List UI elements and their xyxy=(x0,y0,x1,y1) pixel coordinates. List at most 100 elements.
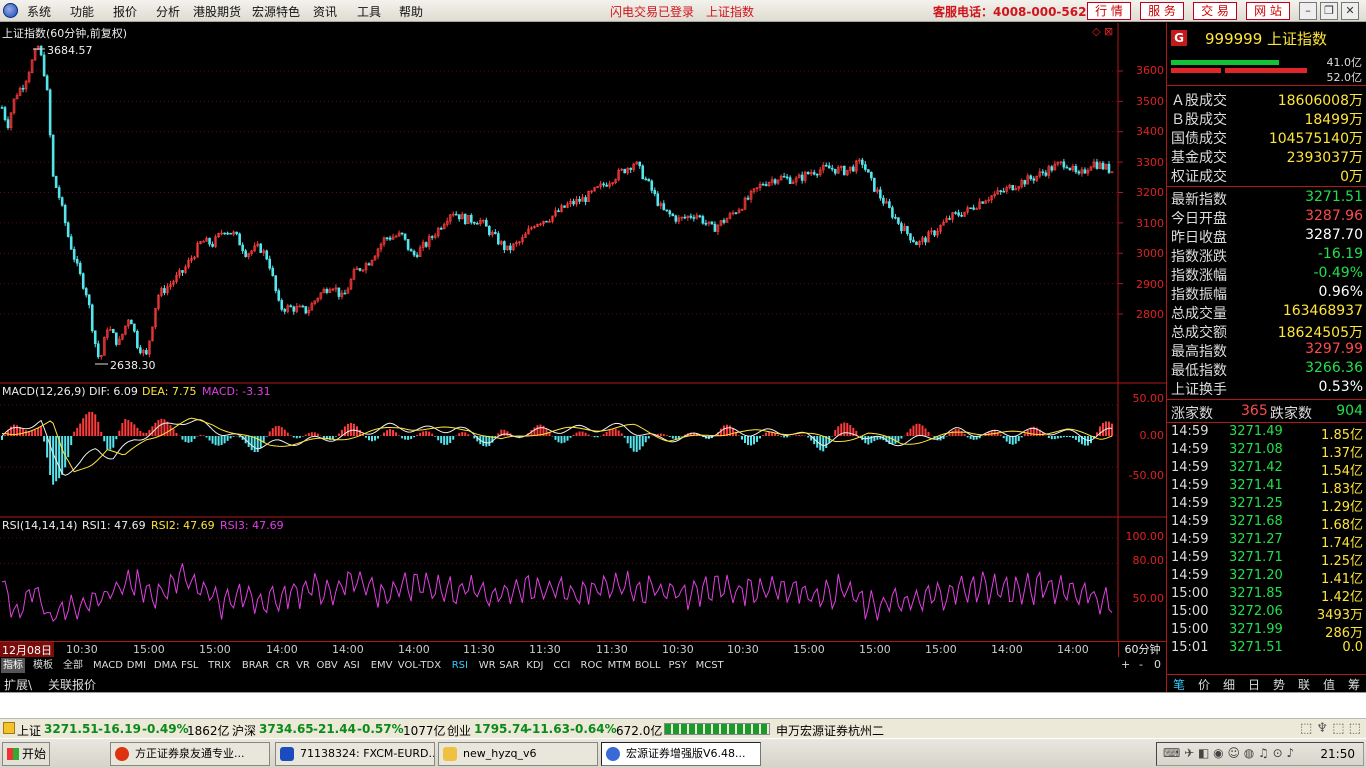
indicator-control-button[interactable]: 0 xyxy=(1154,658,1161,671)
status-tray-icons[interactable]: ⬚ ♆ ⬚ ⬚ xyxy=(1300,721,1361,736)
quote-panel-tab[interactable]: 筹 xyxy=(1341,676,1366,693)
indicator-tab-psy[interactable]: PSY xyxy=(667,658,690,673)
candle-body xyxy=(824,164,828,167)
indicator-tab-obv[interactable]: OBV xyxy=(315,658,340,673)
y-tick: 3400 xyxy=(1136,125,1164,138)
indicator-tab-fsl[interactable]: FSL xyxy=(179,658,201,673)
task-hongyuan[interactable]: 宏源证券增强版V6.48... xyxy=(601,742,761,766)
volume-value: 18606008万 xyxy=(1277,93,1363,109)
candle-body xyxy=(698,215,702,217)
stat-row: 今日开盘 3287.96 xyxy=(1171,208,1363,227)
indicator-tab-模板[interactable]: 模板 xyxy=(31,658,55,673)
quote-panel-tab[interactable]: 联 xyxy=(1291,676,1317,693)
service-button[interactable]: 服 务 xyxy=(1140,2,1184,20)
menu-item-hongyuan[interactable]: 宏源特色 xyxy=(252,3,300,20)
candle-body xyxy=(292,306,296,312)
task-folder[interactable]: new_hyzq_v6 xyxy=(438,742,598,766)
menu-item-system[interactable]: 系统 xyxy=(27,3,51,20)
indicator-tab-kdj[interactable]: KDJ xyxy=(524,658,545,673)
candle-body xyxy=(388,237,392,240)
cy-label: 创业 xyxy=(447,724,472,738)
y-tick: 3000 xyxy=(1136,247,1164,260)
market-button[interactable]: 行 情 xyxy=(1087,2,1131,20)
quote-panel-tab[interactable]: 细 xyxy=(1216,676,1242,693)
close-icon[interactable]: ✕ xyxy=(1341,2,1359,20)
candle-body xyxy=(385,237,389,240)
indicator-tab-roc[interactable]: ROC xyxy=(579,658,605,673)
candle-body xyxy=(75,258,79,264)
quote-panel-tab[interactable]: 值 xyxy=(1316,676,1342,693)
start-button[interactable]: 开始 xyxy=(2,742,50,766)
candle-body xyxy=(644,178,648,181)
menu-item-hk-futures[interactable]: 港股期货 xyxy=(193,3,241,20)
menu-item-news[interactable]: 资讯 xyxy=(313,3,337,20)
rsi-tick: 100.00 xyxy=(1125,530,1165,543)
menu-item-help[interactable]: 帮助 xyxy=(399,3,423,20)
candle-body xyxy=(1068,167,1072,171)
website-button[interactable]: 网 站 xyxy=(1246,2,1290,20)
indicator-tab-vr[interactable]: VR xyxy=(294,658,312,673)
y-tick: 2900 xyxy=(1136,278,1164,291)
trade-button[interactable]: 交 易 xyxy=(1193,2,1237,20)
indicator-tab-cci[interactable]: CCI xyxy=(551,658,572,673)
stat-label: 最新指数 xyxy=(1171,192,1227,208)
tick-row: 15:01 3271.51 0.0 xyxy=(1171,640,1363,658)
indicator-tab-vol-tdx[interactable]: VOL-TDX xyxy=(396,658,443,673)
indicator-tab-mtm[interactable]: MTM xyxy=(606,658,633,673)
menu-item-analysis[interactable]: 分析 xyxy=(156,3,180,20)
indicator-tab-asi[interactable]: ASI xyxy=(342,658,362,673)
tick-row: 14:59 3271.42 1.54亿 xyxy=(1171,460,1363,479)
restore-icon[interactable]: ❐ xyxy=(1320,2,1338,20)
indicator-tab-emv[interactable]: EMV xyxy=(369,658,395,673)
candle-body xyxy=(21,87,25,90)
menu-item-tools[interactable]: 工具 xyxy=(357,3,381,20)
indicator-control-button[interactable]: + xyxy=(1121,658,1130,671)
indicator-tab-dmi[interactable]: DMI xyxy=(125,658,148,673)
candle-body xyxy=(139,347,142,354)
candle-body xyxy=(90,304,94,332)
stat-row: 总成交额 18624505万 xyxy=(1171,322,1363,341)
candle-body xyxy=(145,350,148,355)
candle-body xyxy=(1002,190,1006,193)
volume-row: 权证成交 0万 xyxy=(1171,166,1363,185)
candle-body xyxy=(909,233,912,241)
stat-value: 3271.51 xyxy=(1305,189,1363,205)
indicator-tab-brar[interactable]: BRAR xyxy=(240,658,271,673)
minimize-icon[interactable]: – xyxy=(1299,2,1317,20)
indicator-tab-rsi[interactable]: RSI xyxy=(450,658,470,673)
candle-body xyxy=(457,214,461,220)
candle-body xyxy=(764,184,768,186)
expand-tab[interactable]: 扩展\ xyxy=(4,676,32,693)
candle-body xyxy=(163,288,166,294)
candle-body xyxy=(301,305,305,308)
indicator-tab-sar[interactable]: SAR xyxy=(497,658,521,673)
indicator-tab-dma[interactable]: DMA xyxy=(152,658,179,673)
candle-body xyxy=(842,165,846,176)
candle-body xyxy=(674,215,678,222)
indicator-tab-指标[interactable]: 指标 xyxy=(1,658,25,673)
quote-panel-tab[interactable]: 日 xyxy=(1241,676,1267,693)
candle-body xyxy=(45,75,49,91)
indicator-tab-wr[interactable]: WR xyxy=(477,658,498,673)
task-fangzheng[interactable]: 方正证券泉友通专业... xyxy=(110,742,270,766)
period-selector[interactable]: 60分钟 xyxy=(1118,641,1166,657)
quote-panel-tab[interactable]: 势 xyxy=(1266,676,1292,693)
indicator-tab-trix[interactable]: TRIX xyxy=(206,658,233,673)
indicator-tab-boll[interactable]: BOLL xyxy=(633,658,663,673)
indicator-control-button[interactable]: - xyxy=(1139,658,1143,671)
indicator-tab-macd[interactable]: MACD xyxy=(91,658,125,673)
indicator-tab-cr[interactable]: CR xyxy=(274,658,292,673)
menu-item-function[interactable]: 功能 xyxy=(70,3,94,20)
quote-panel-tab[interactable]: 价 xyxy=(1191,676,1217,693)
menu-item-quote[interactable]: 报价 xyxy=(113,3,137,20)
related-quote-tab[interactable]: 关联报价 xyxy=(48,676,96,693)
candle-body xyxy=(268,258,272,269)
kline-chart[interactable]: 上证指数(60分钟,前复权) 3684.57 2638.30 ◇ ⊠ 3600 … xyxy=(0,23,1166,641)
tick-time: 15:00 xyxy=(1171,622,1209,637)
indicator-tab-mcst[interactable]: MCST xyxy=(694,658,726,673)
quote-panel-tab[interactable]: 笔 xyxy=(1166,676,1192,693)
indicator-tab-全部[interactable]: 全部 xyxy=(61,658,85,673)
chart-options-icon[interactable]: ◇ ⊠ xyxy=(1092,25,1113,38)
tray-icons[interactable]: ⌨ ✈ ◧ ◉ ☺ ◍ ♫ ⊙ ♪ xyxy=(1163,746,1294,760)
task-fxcm[interactable]: 71138324: FXCM-EURD... xyxy=(275,742,435,766)
